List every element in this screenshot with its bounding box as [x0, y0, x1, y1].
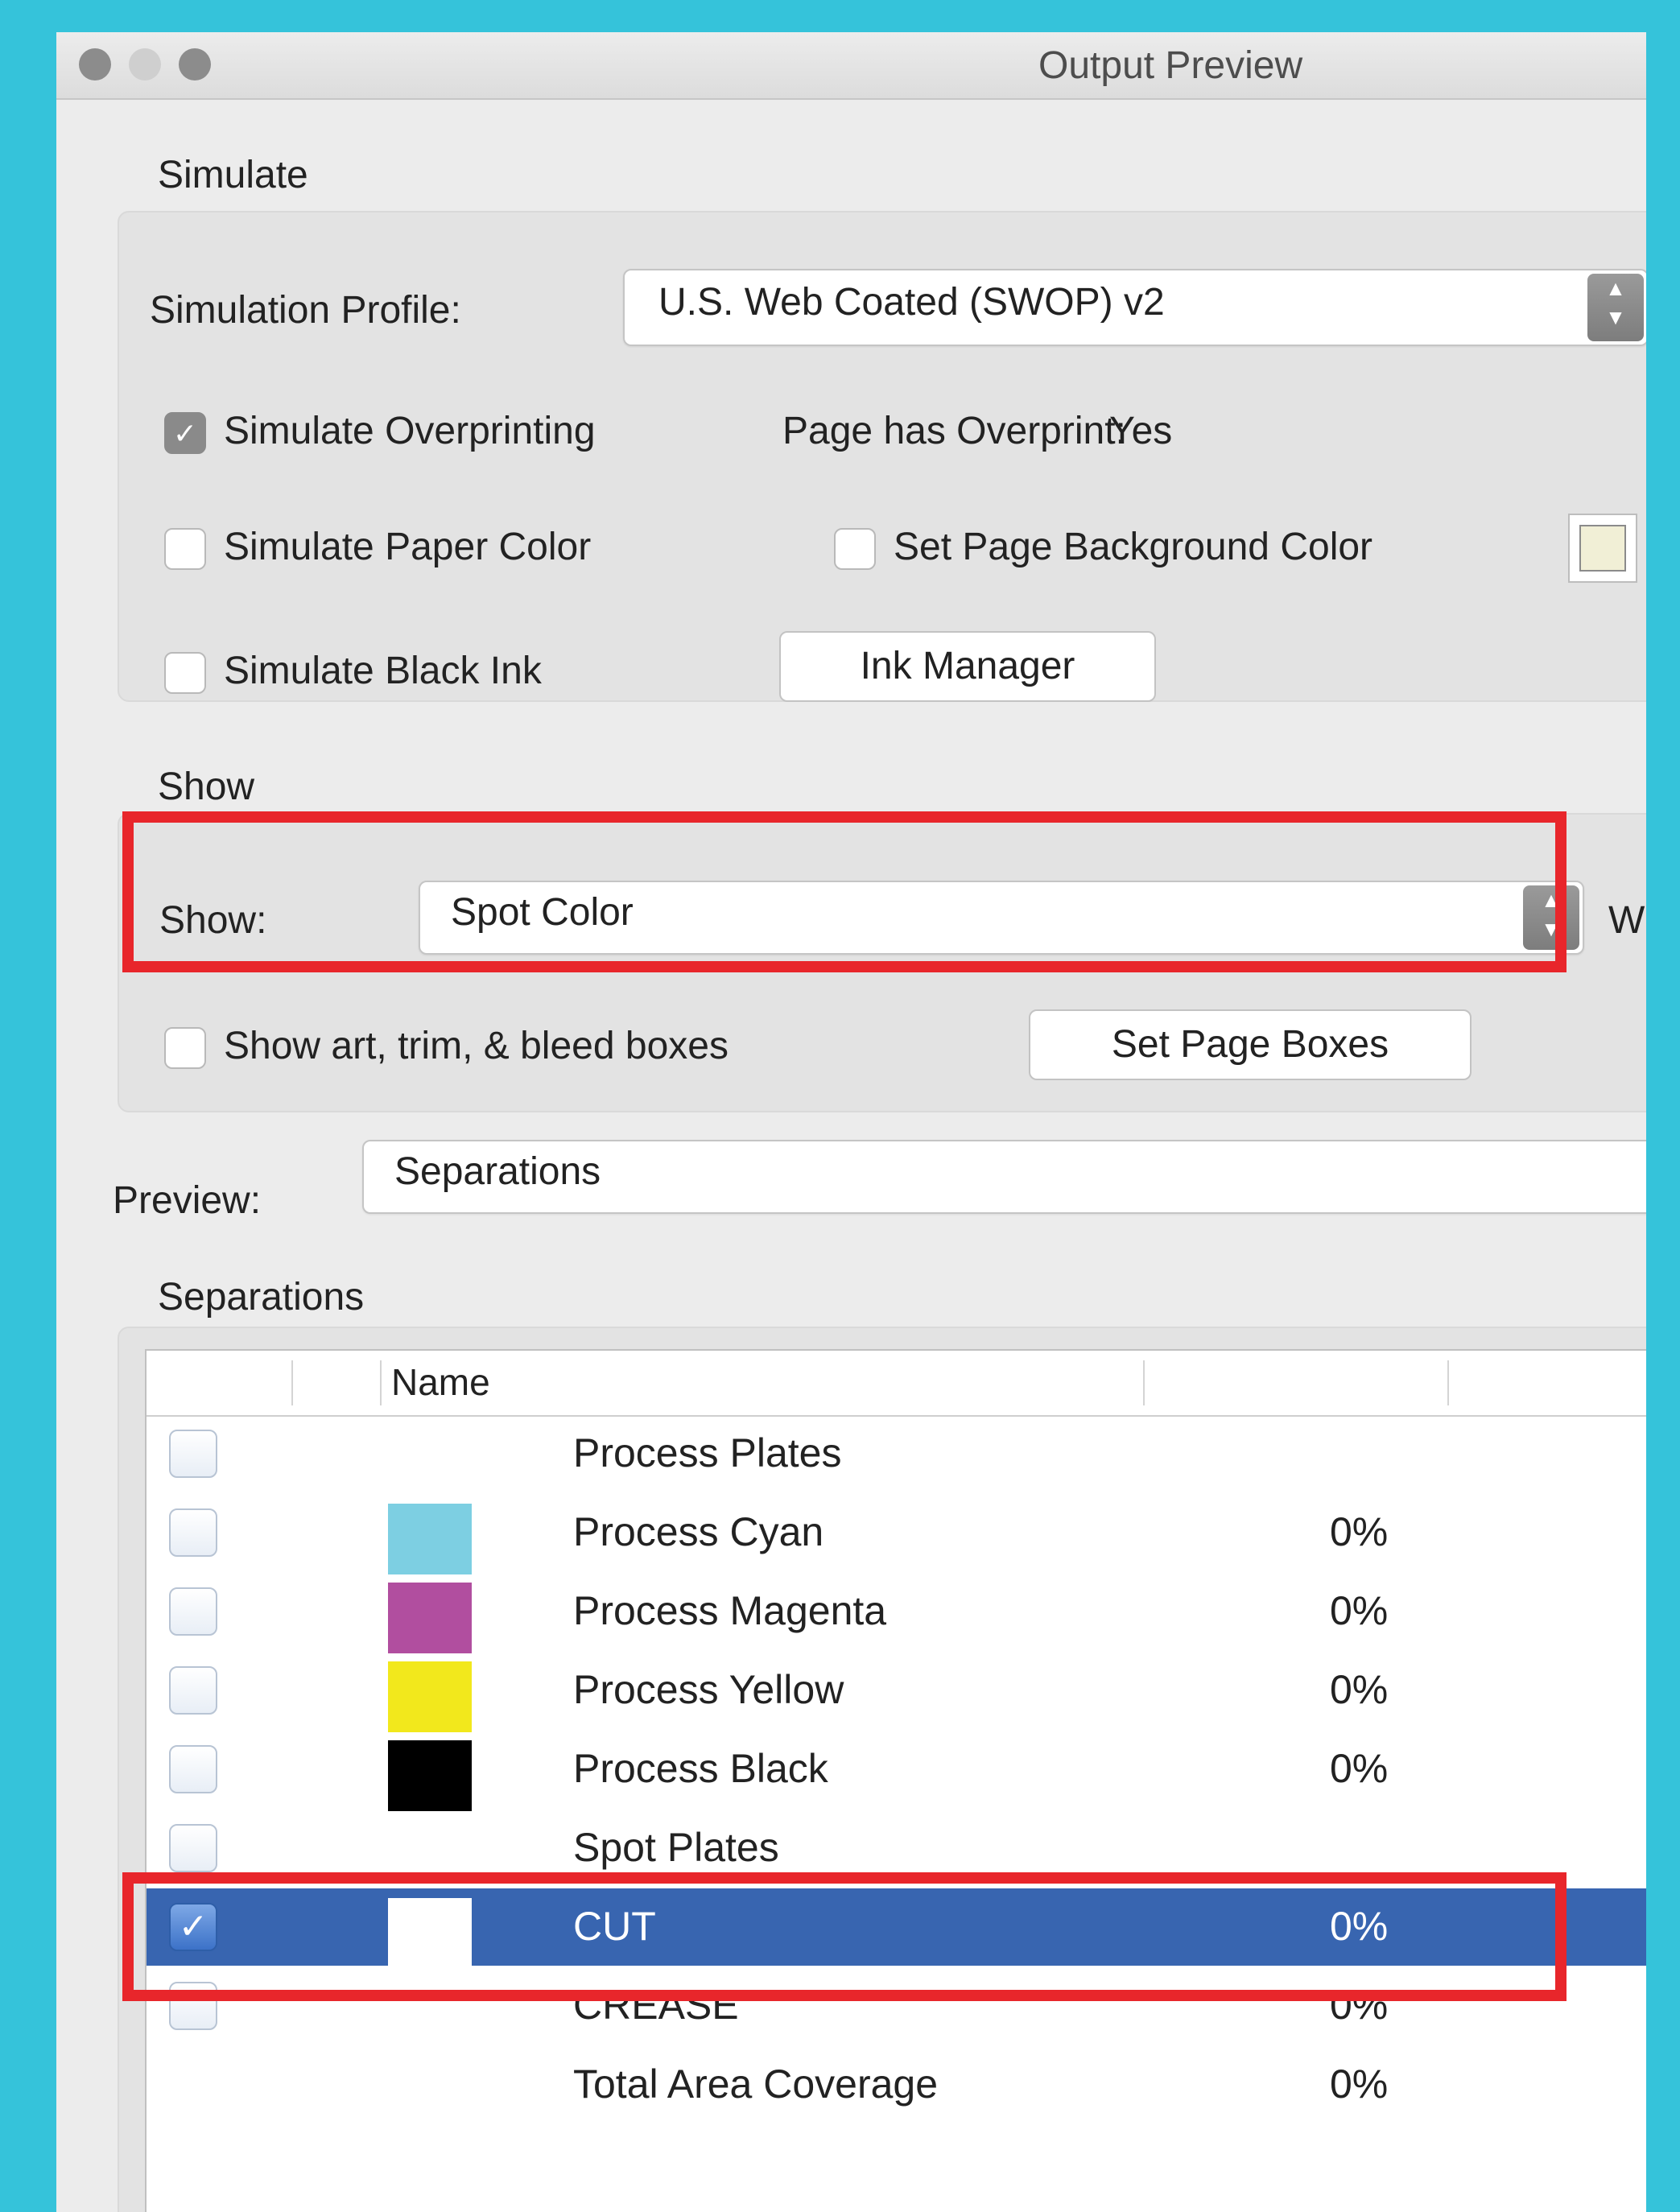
- row-checkbox[interactable]: [169, 1508, 217, 1557]
- simulation-profile-value: U.S. Web Coated (SWOP) v2: [658, 281, 1165, 324]
- separation-row-process-plates[interactable]: Process Plates: [147, 1415, 1646, 1492]
- row-checkbox[interactable]: [169, 1666, 217, 1715]
- simulation-profile-popup[interactable]: U.S. Web Coated (SWOP) v2 ▲ ▼: [623, 269, 1646, 346]
- simulate-black-ink-checkbox[interactable]: [164, 652, 206, 694]
- minimize-window-button[interactable]: [129, 48, 161, 80]
- separation-name: Process Plates: [573, 1430, 842, 1475]
- separation-name: Process Cyan: [573, 1509, 824, 1554]
- close-window-button[interactable]: [79, 48, 111, 80]
- separations-header: Name: [147, 1351, 1646, 1417]
- row-checkbox[interactable]: [169, 1824, 217, 1872]
- separation-name: Process Black: [573, 1746, 828, 1791]
- simulate-section-label: Simulate: [158, 154, 308, 196]
- simulation-profile-label: Simulation Profile:: [150, 289, 461, 332]
- page-background-color-swatch[interactable]: [1568, 514, 1637, 583]
- page-overprint-value: Yes: [1109, 410, 1173, 452]
- separation-name: Spot Plates: [573, 1825, 779, 1870]
- separation-name: Total Area Coverage: [573, 2061, 939, 2107]
- preview-value: Separations: [394, 1150, 601, 1193]
- set-page-boxes-button[interactable]: Set Page Boxes: [1029, 1009, 1472, 1080]
- column-name-header[interactable]: Name: [391, 1360, 490, 1404]
- zoom-window-button[interactable]: [179, 48, 211, 80]
- preview-popup[interactable]: Separations: [362, 1140, 1646, 1214]
- color-swatch: [388, 1583, 472, 1653]
- color-swatch: [388, 1504, 472, 1574]
- title-bar: Output Preview: [56, 32, 1646, 100]
- separation-percent: 0%: [1330, 2061, 1389, 2107]
- simulate-paper-color-label: Simulate Paper Color: [224, 526, 592, 568]
- row-checkbox[interactable]: [169, 1587, 217, 1636]
- row-checkbox[interactable]: [169, 1430, 217, 1478]
- separations-list: Name Process Plates Process Cyan 0% Proc…: [145, 1349, 1646, 2212]
- separation-percent: 0%: [1330, 1667, 1389, 1712]
- cut-row-highlight-box: [122, 1872, 1566, 2001]
- separation-row-process-black[interactable]: Process Black 0%: [147, 1731, 1646, 1811]
- set-page-background-checkbox[interactable]: [834, 528, 876, 570]
- simulate-paper-color-checkbox[interactable]: [164, 528, 206, 570]
- separation-percent: 0%: [1330, 1746, 1389, 1791]
- simulate-black-ink-label: Simulate Black Ink: [224, 650, 542, 692]
- preview-label: Preview:: [113, 1179, 262, 1222]
- separations-section-label: Separations: [158, 1276, 365, 1319]
- simulate-overprinting-label: Simulate Overprinting: [224, 410, 596, 452]
- row-checkbox[interactable]: [169, 1745, 217, 1793]
- simulate-overprinting-checkbox[interactable]: ✓: [164, 412, 206, 454]
- show-boxes-label: Show art, trim, & bleed boxes: [224, 1025, 729, 1067]
- set-page-background-label: Set Page Background Color: [894, 526, 1373, 568]
- separation-row-process-cyan[interactable]: Process Cyan 0%: [147, 1494, 1646, 1574]
- window-title: Output Preview: [1038, 44, 1303, 87]
- ink-manager-button[interactable]: Ink Manager: [779, 631, 1156, 702]
- show-highlight-box: [122, 811, 1566, 972]
- separation-percent: 0%: [1330, 1509, 1389, 1554]
- separation-name: Process Magenta: [573, 1588, 887, 1633]
- truncated-label: W: [1608, 899, 1645, 942]
- separation-row-process-yellow[interactable]: Process Yellow 0%: [147, 1652, 1646, 1732]
- simulate-group: Simulation Profile: U.S. Web Coated (SWO…: [118, 211, 1646, 702]
- separation-name: Process Yellow: [573, 1667, 844, 1712]
- show-boxes-checkbox[interactable]: [164, 1027, 206, 1069]
- show-section-label: Show: [158, 766, 255, 808]
- separation-percent: 0%: [1330, 1588, 1389, 1633]
- separation-row-process-magenta[interactable]: Process Magenta 0%: [147, 1573, 1646, 1653]
- popup-stepper-icon: ▲ ▼: [1587, 274, 1644, 341]
- page-overprint-label: Page has Overprint:: [782, 410, 1126, 452]
- color-swatch: [388, 1661, 472, 1732]
- color-swatch: [388, 1740, 472, 1811]
- separation-row-total-area-coverage: Total Area Coverage 0%: [147, 2046, 1646, 2123]
